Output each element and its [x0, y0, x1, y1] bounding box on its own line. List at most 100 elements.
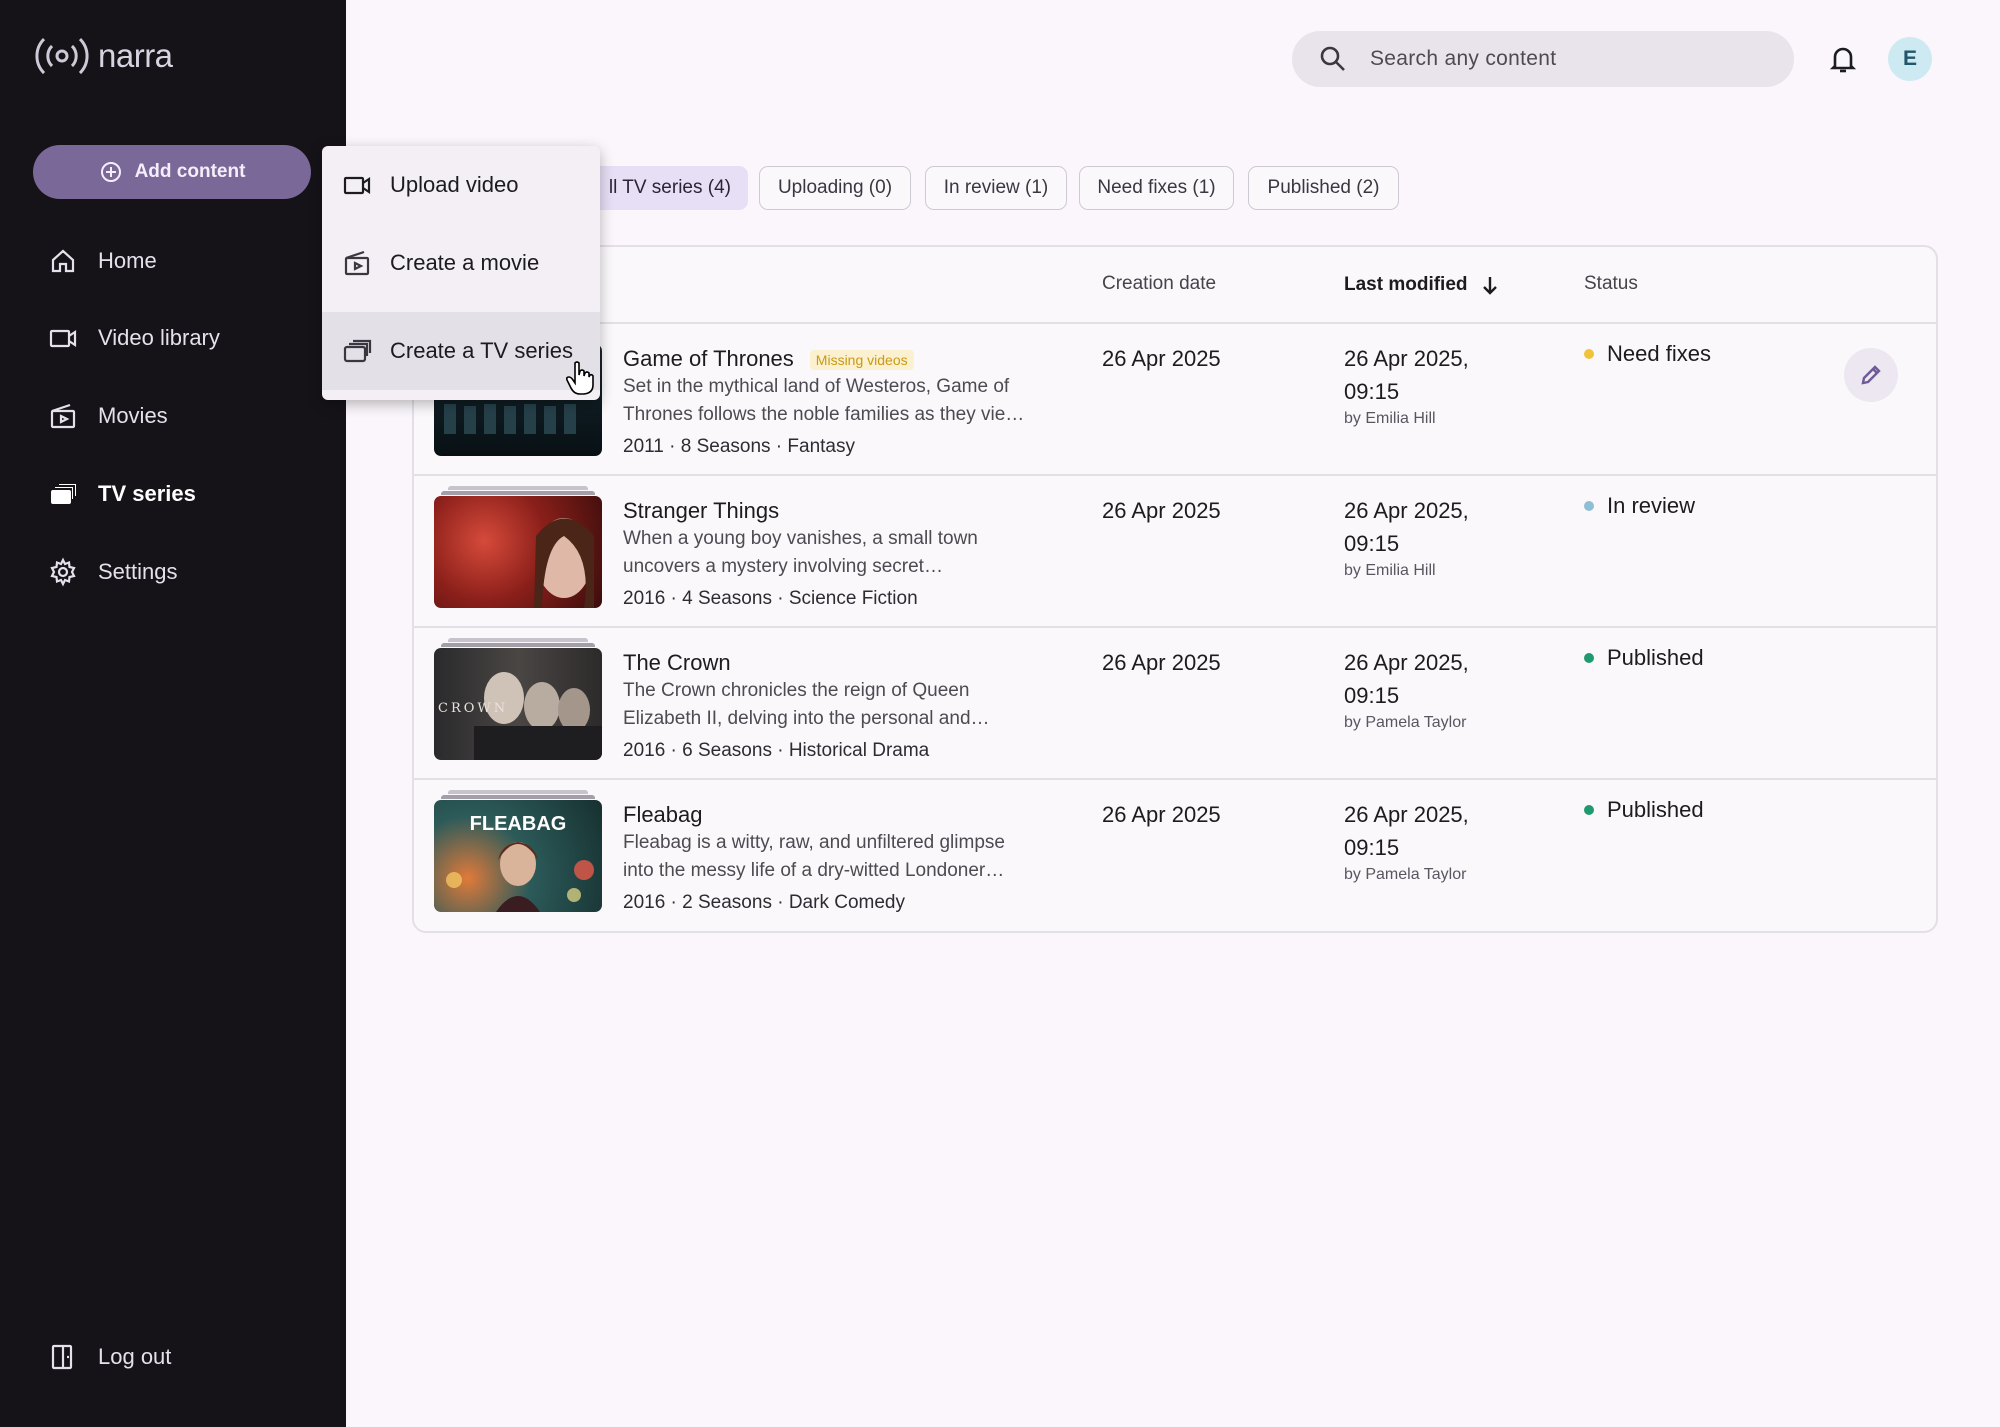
menu-item-create-tv-series[interactable]: Create a TV series	[322, 312, 600, 390]
menu-item-upload-video[interactable]: Upload video	[322, 146, 600, 224]
series-title[interactable]: Stranger Things	[623, 498, 779, 524]
status-dot	[1584, 653, 1594, 663]
modified-date: 26 Apr 2025, 09:15	[1344, 494, 1544, 560]
modified-date: 26 Apr 2025, 09:15	[1344, 798, 1544, 864]
sidebar-item-home[interactable]: Home	[48, 237, 328, 285]
movie-icon	[344, 250, 370, 276]
row-divider	[414, 778, 1936, 780]
status-badge: Published	[1584, 797, 1704, 823]
sidebar-item-label: TV series	[98, 481, 196, 506]
status-label: Published	[1607, 797, 1704, 822]
status-label: Need fixes	[1607, 341, 1711, 366]
menu-item-label: Create a movie	[390, 250, 540, 275]
filter-label: Need fixes (1)	[1097, 177, 1216, 198]
modified-by: by Pamela Taylor	[1344, 714, 1467, 731]
filter-in-review[interactable]: In review (1)	[925, 166, 1067, 210]
logout-label: Log out	[98, 1344, 172, 1369]
series-thumbnail[interactable]	[434, 486, 602, 608]
logout-button[interactable]: Log out	[48, 1333, 328, 1381]
modified-date: 26 Apr 2025, 09:15	[1344, 646, 1544, 712]
series-thumbnail[interactable]: FLEABAG	[434, 790, 602, 912]
hand-cursor-icon	[566, 361, 594, 395]
creation-date: 26 Apr 2025	[1102, 346, 1221, 371]
add-content-label: Add content	[134, 161, 246, 182]
movie-icon	[50, 403, 76, 429]
sidebar-item-label: Settings	[98, 559, 178, 584]
modified-time-line: 09:15	[1344, 683, 1400, 708]
description-line: uncovers a mystery involving secret…	[623, 556, 943, 577]
sidebar-item-label: Movies	[98, 403, 168, 428]
gear-icon	[50, 557, 76, 587]
filter-need-fixes[interactable]: Need fixes (1)	[1079, 166, 1234, 210]
creation-date: 26 Apr 2025	[1102, 802, 1221, 827]
filter-published[interactable]: Published (2)	[1248, 166, 1399, 210]
logo: narra	[32, 34, 173, 78]
column-header-last-modified[interactable]: Last modified	[1344, 273, 1502, 297]
sidebar-item-label: Home	[98, 248, 157, 273]
filter-label: ll TV series (4)	[608, 177, 731, 198]
creation-date: 26 Apr 2025	[1102, 498, 1221, 523]
missing-videos-badge: Missing videos	[809, 350, 914, 371]
search-placeholder: Search any content	[1370, 47, 1557, 70]
fleabag-thumb-text: FLEABAG	[470, 813, 567, 835]
filter-label: Published (2)	[1267, 177, 1380, 198]
sidebar-item-movies[interactable]: Movies	[48, 392, 328, 440]
tv-series-icon	[343, 339, 372, 363]
modified-by: by Emilia Hill	[1344, 410, 1436, 427]
row-divider	[414, 474, 1936, 476]
logout-icon	[51, 1344, 73, 1370]
series-title[interactable]: Game of Thrones Missing videos	[623, 346, 914, 372]
modified-date-line: 26 Apr 2025,	[1344, 650, 1469, 675]
column-header-label: Last modified	[1344, 274, 1468, 295]
edit-button[interactable]	[1844, 348, 1898, 402]
row-divider	[414, 626, 1936, 628]
pencil-icon	[1861, 365, 1881, 385]
bell-icon[interactable]	[1826, 42, 1860, 76]
search-input[interactable]: Search any content	[1292, 31, 1794, 87]
status-dot	[1584, 349, 1594, 359]
menu-item-create-movie[interactable]: Create a movie	[322, 224, 600, 302]
sidebar-item-video-library[interactable]: Video library	[48, 314, 328, 362]
add-content-button[interactable]: Add content	[33, 145, 311, 199]
status-badge: Published	[1584, 645, 1704, 671]
filter-label: Uploading (0)	[777, 177, 893, 198]
series-title[interactable]: The Crown	[623, 650, 731, 676]
description-line: Fleabag is a witty, raw, and unfiltered …	[623, 832, 1005, 853]
menu-item-label: Create a TV series	[390, 338, 574, 363]
series-description: Fleabag is a witty, raw, and unfiltered …	[623, 829, 1053, 885]
series-meta: 2016 · 2 Seasons · Dark Comedy	[623, 892, 905, 913]
description-line: Set in the mythical land of Westeros, Ga…	[623, 376, 1010, 397]
arrow-down-icon	[1482, 277, 1497, 295]
filter-label: In review (1)	[943, 177, 1049, 198]
sidebar: narra Add content Home Video library Mov…	[0, 0, 346, 1427]
series-meta: 2016 · 4 Seasons · Science Fiction	[623, 588, 918, 609]
status-label: Published	[1607, 645, 1704, 670]
series-thumbnail[interactable]: CROWN	[434, 638, 602, 760]
description-line: The Crown chronicles the reign of Queen	[623, 680, 970, 701]
broadcast-icon	[35, 37, 89, 75]
sidebar-item-tv-series[interactable]: TV series	[48, 470, 328, 518]
avatar[interactable]: E	[1888, 37, 1932, 81]
sidebar-item-settings[interactable]: Settings	[48, 548, 328, 596]
video-camera-icon	[343, 176, 371, 195]
modified-date-line: 26 Apr 2025,	[1344, 346, 1469, 371]
menu-item-label: Upload video	[390, 172, 519, 197]
plus-circle-icon	[100, 162, 121, 182]
column-header-status[interactable]: Status	[1584, 273, 1638, 295]
add-content-menu: Upload video Create a movie Create a TV …	[322, 146, 600, 400]
modified-time-line: 09:15	[1344, 379, 1400, 404]
status-dot	[1584, 501, 1594, 511]
home-icon	[51, 249, 75, 273]
creation-date: 26 Apr 2025	[1102, 650, 1221, 675]
status-badge: Need fixes	[1584, 341, 1711, 367]
description-line: Thrones follows the noble families as th…	[623, 404, 1025, 425]
description-line: When a young boy vanishes, a small town	[623, 528, 978, 549]
series-meta: 2016 · 6 Seasons · Historical Drama	[623, 740, 930, 761]
modified-date-line: 26 Apr 2025,	[1344, 802, 1469, 827]
header-divider	[414, 322, 1936, 324]
column-header-creation-date[interactable]: Creation date	[1102, 273, 1216, 295]
modified-date-line: 26 Apr 2025,	[1344, 498, 1469, 523]
brand-name: narra	[98, 37, 173, 74]
filter-uploading[interactable]: Uploading (0)	[759, 166, 911, 210]
series-title[interactable]: Fleabag	[623, 802, 703, 828]
